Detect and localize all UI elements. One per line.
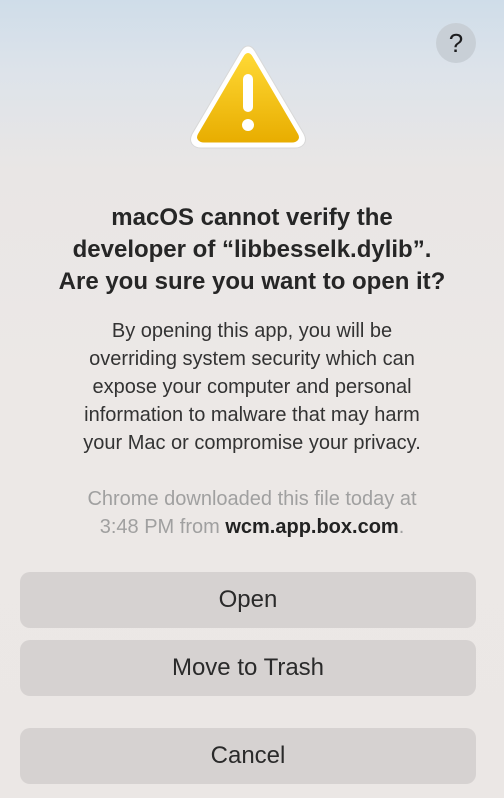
dialog-message-line: expose your computer and personal	[92, 376, 412, 398]
dialog-title-line: macOS cannot verify the	[111, 204, 393, 231]
question-mark-icon: ?	[448, 28, 464, 58]
dialog-message-line: information to malware that may harm	[84, 404, 420, 426]
download-time-text: 3:48 PM from	[99, 516, 226, 538]
move-to-trash-button[interactable]: Move to Trash	[20, 640, 476, 696]
help-button[interactable]: ?	[436, 23, 476, 63]
dialog-title-line: developer of “libbesselk.dylib”.	[72, 236, 432, 263]
cancel-button[interactable]: Cancel	[20, 728, 476, 784]
download-source-line: Chrome downloaded this file today at	[87, 488, 417, 510]
open-button[interactable]: Open	[20, 572, 476, 628]
download-source-line: 3:48 PM from wcm.app.box.com.	[16, 513, 488, 541]
download-source-suffix: .	[398, 516, 405, 538]
security-warning-dialog: ? macOS cannot verify the developer of “…	[0, 0, 504, 798]
dialog-message-line: By opening this app, you will be	[111, 320, 393, 342]
dialog-message-line: your Mac or compromise your privacy.	[83, 432, 421, 454]
download-domain: wcm.app.box.com	[225, 516, 399, 538]
dialog-title-line: Are you sure you want to open it?	[58, 268, 446, 295]
warning-triangle-icon	[190, 45, 306, 149]
dialog-message-line: overriding system security which can	[89, 348, 415, 370]
